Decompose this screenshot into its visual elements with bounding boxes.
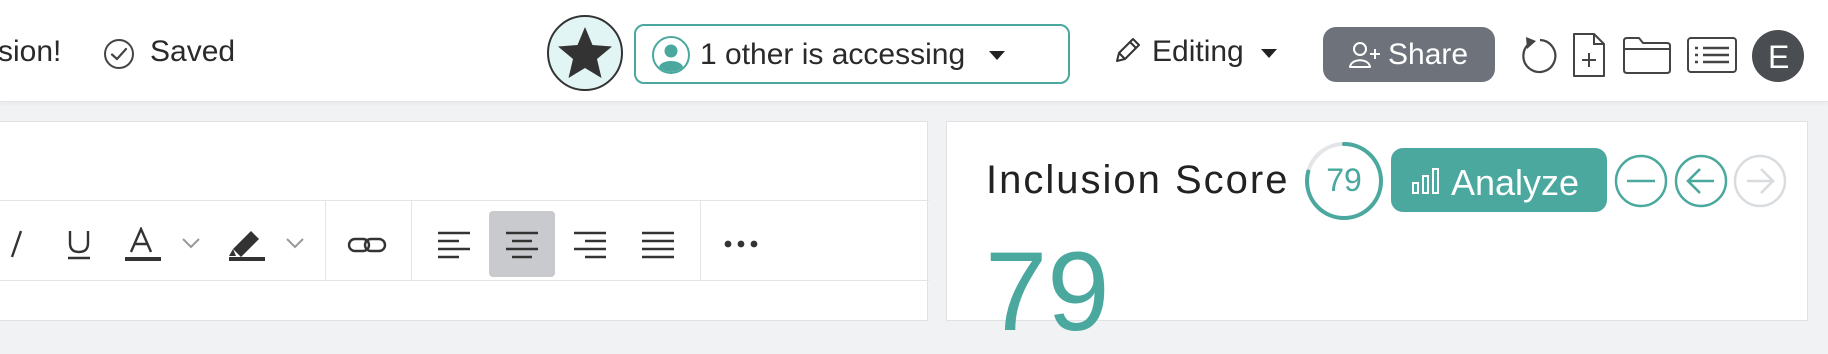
align-center-button[interactable]: [489, 211, 555, 277]
analyze-button[interactable]: Analyze: [1391, 148, 1607, 212]
toolbar-divider: [411, 201, 412, 280]
user-avatar[interactable]: E: [1752, 30, 1804, 82]
analyze-label: Analyze: [1451, 162, 1580, 203]
document-title-fragment: sion!: [0, 35, 62, 68]
accessing-users-dropdown[interactable]: 1 other is accessing: [634, 24, 1070, 84]
arrow-right-icon: [1733, 154, 1787, 208]
user-avatar-icon: [652, 36, 690, 74]
italic-icon: [5, 229, 29, 259]
align-left-icon: [437, 231, 471, 259]
editing-label: Editing: [1152, 35, 1244, 68]
new-document-icon[interactable]: [1572, 32, 1606, 78]
underline-button[interactable]: [45, 211, 111, 277]
align-center-icon: [505, 231, 539, 259]
highlighter-icon: [227, 223, 267, 263]
accessing-label: 1 other is accessing: [700, 38, 966, 71]
avatar-initial: E: [1768, 39, 1790, 75]
next-button[interactable]: [1732, 153, 1788, 209]
score-badge: 79: [1303, 140, 1385, 222]
editor-panel: [0, 121, 929, 321]
star-icon: [547, 15, 623, 91]
folder-icon[interactable]: [1622, 35, 1672, 75]
share-label: Share: [1388, 38, 1469, 71]
caret-down-icon: [988, 50, 1006, 61]
pencil-icon: [1112, 34, 1144, 66]
toolbar-divider: [700, 201, 701, 280]
previous-button[interactable]: [1673, 153, 1729, 209]
saved-status: Saved: [150, 35, 236, 68]
align-left-button[interactable]: [421, 211, 487, 277]
big-score-value: 79: [985, 229, 1110, 354]
minus-icon: [1614, 154, 1668, 208]
justify-icon: [641, 231, 675, 259]
font-color-button[interactable]: [123, 211, 207, 277]
bar-chart-icon: [1411, 167, 1441, 195]
caret-down-icon: [1260, 48, 1278, 59]
more-options-button[interactable]: [707, 211, 773, 277]
score-badge-value: 79: [1326, 162, 1362, 198]
justify-button[interactable]: [625, 211, 691, 277]
link-button[interactable]: [335, 211, 401, 277]
top-bar: sion! Saved 1 other is accessing Editing…: [0, 0, 1828, 102]
align-right-icon: [573, 231, 607, 259]
collapse-button[interactable]: [1613, 153, 1669, 209]
formatting-toolbar: [0, 200, 929, 281]
underline-icon: [65, 229, 93, 261]
inclusion-score-title: Inclusion Score: [986, 158, 1290, 202]
check-circle-icon: [103, 38, 135, 70]
link-icon: [347, 236, 387, 254]
chevron-down-icon: [181, 237, 201, 249]
favorite-star-button[interactable]: [546, 14, 624, 92]
more-icon: [724, 240, 760, 248]
chevron-down-icon: [285, 237, 305, 249]
highlight-button[interactable]: [227, 211, 311, 277]
arrow-left-icon: [1674, 154, 1728, 208]
add-user-icon: [1348, 41, 1382, 69]
share-button[interactable]: Share: [1323, 27, 1495, 82]
font-color-icon: [123, 227, 163, 263]
align-right-button[interactable]: [557, 211, 623, 277]
editing-mode-dropdown[interactable]: Editing: [1110, 30, 1280, 80]
list-icon[interactable]: [1686, 36, 1738, 74]
history-icon[interactable]: [1518, 33, 1560, 77]
toolbar-divider: [325, 201, 326, 280]
